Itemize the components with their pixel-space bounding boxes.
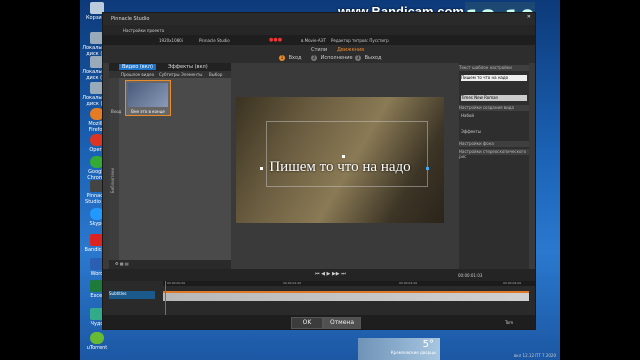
library-sidebar: Библиотеки [109, 78, 119, 268]
subtab-subtitles[interactable]: Субтитры [159, 72, 180, 77]
scene-label: Pinnacle Studio [199, 38, 230, 43]
title-editor-window: Pinnacle Studio ✕ Настройки проекта 1920… [102, 12, 536, 330]
thumbnail-label: Вне это в конце [131, 109, 165, 114]
section-look[interactable]: Настройки создания вида [459, 105, 529, 111]
thumbnail-image [128, 83, 168, 107]
current-time: 00:00:01:03 [458, 273, 483, 278]
timeline[interactable]: 00.00.00.00 00.00.02.00 00.00.04.00 00.0… [103, 281, 535, 315]
subtab-elements[interactable]: Элементы [181, 72, 202, 77]
window-title: Pinnacle Studio [111, 16, 150, 22]
effects-label: Эффекты [461, 129, 481, 134]
properties-panel: Текст шаблон настройки Пишем то что на н… [459, 63, 529, 269]
tab-effects[interactable]: Эффекты (вкл) [165, 64, 211, 70]
desktop-icon-utorrent[interactable]: uTorrent [82, 332, 112, 351]
footer-label: Tom [505, 320, 514, 325]
sidebar-label: Библиотеки [110, 168, 115, 194]
weather-city: Кремлевские дворцы [390, 350, 436, 355]
text-settings-header[interactable]: Текст шаблон настройки [459, 65, 529, 71]
track-label[interactable]: Subtitles [109, 291, 155, 299]
subtab-recent[interactable]: Прошлое видео [121, 72, 154, 77]
library-tabs: Видео (вкл) Эффекты (вкл) [109, 63, 231, 71]
project-label: в.Movie-АЭТ [301, 38, 326, 43]
tab-styles[interactable]: Стили [311, 47, 327, 53]
resolution-label: 1920x1080i [159, 38, 183, 43]
screen: www.Bandicam.com 18:10 16 Корзина Локаль… [0, 0, 640, 360]
record-icon[interactable]: ●●● [269, 37, 282, 43]
menu-item-project-settings[interactable]: Настройки проекта [123, 28, 164, 33]
section-background[interactable]: Настройки фона [459, 141, 529, 147]
preset-label[interactable]: Набой [461, 113, 527, 118]
text-field[interactable]: Пишем то что на надо [461, 75, 527, 81]
weather-temp: 5° [422, 339, 434, 350]
breadcrumb: Редактор титров: Пусстигр [331, 38, 389, 43]
tab-motion[interactable]: Движение [337, 47, 364, 53]
titlebar: Pinnacle Studio ✕ [103, 13, 535, 25]
resize-handle[interactable] [260, 167, 263, 170]
transport-controls: ⏮ ◀ ▶ ▶▶ ⏭ 00:00:01:03 [103, 269, 535, 281]
section-stereo[interactable]: Настройки стереоскопического рис [459, 149, 529, 159]
library-footer: ⚙ ▦ ▤ [109, 260, 231, 269]
toolbar: 1920x1080i Pinnacle Studio ●●● в.Movie-А… [103, 35, 535, 45]
menubar: Настройки проекта [103, 25, 535, 35]
library-panel: Видео (вкл) Эффекты (вкл) Прошлое видео … [109, 63, 231, 269]
taskbar-tray: вкл 12.12 ПТ 7.2020 [513, 353, 556, 358]
weather-gadget: 5° Кремлевские дворцы [358, 338, 440, 360]
font-select[interactable]: Times New Roman [461, 95, 527, 101]
play-icon[interactable]: ⏮ ◀ ▶ ▶▶ ⏭ [315, 271, 346, 277]
timeline-ruler: 00.00.00.00 00.00.02.00 00.00.04.00 00.0… [163, 281, 535, 286]
tab-video[interactable]: Видео (вкл) [119, 64, 156, 70]
steps-bar: Стили Движение 1 Вход 2 Исполнение 3 Вых… [103, 45, 535, 63]
title-safe-frame [266, 121, 428, 187]
resize-handle[interactable] [426, 167, 429, 170]
resize-handle[interactable] [342, 155, 345, 158]
title-text[interactable]: Пишем то что на надо [236, 159, 444, 176]
ok-button[interactable]: OK [291, 317, 323, 329]
step-play[interactable]: 2 Исполнение [311, 55, 353, 61]
cancel-button[interactable]: Отмена [323, 317, 361, 329]
dialog-footer: OK Отмена Tom [103, 315, 535, 329]
title-clip[interactable] [163, 291, 529, 301]
utorrent-icon [90, 332, 104, 344]
step-out[interactable]: 3 Выход [355, 55, 381, 61]
close-icon[interactable]: ✕ [527, 14, 531, 20]
preview-canvas[interactable]: Пишем то что на надо [236, 97, 444, 223]
title-thumbnail[interactable]: Вне это в конце [125, 80, 171, 116]
subtab-select[interactable]: Выбор [209, 72, 222, 77]
library-subtabs: Прошлое видео Субтитры Элементы Выбор [109, 71, 231, 78]
folder-in[interactable]: Вход [111, 109, 125, 114]
playhead[interactable] [165, 281, 166, 315]
step-in[interactable]: 1 Вход [279, 55, 302, 61]
library-tools-icon[interactable]: ⚙ ▦ ▤ [115, 261, 129, 266]
